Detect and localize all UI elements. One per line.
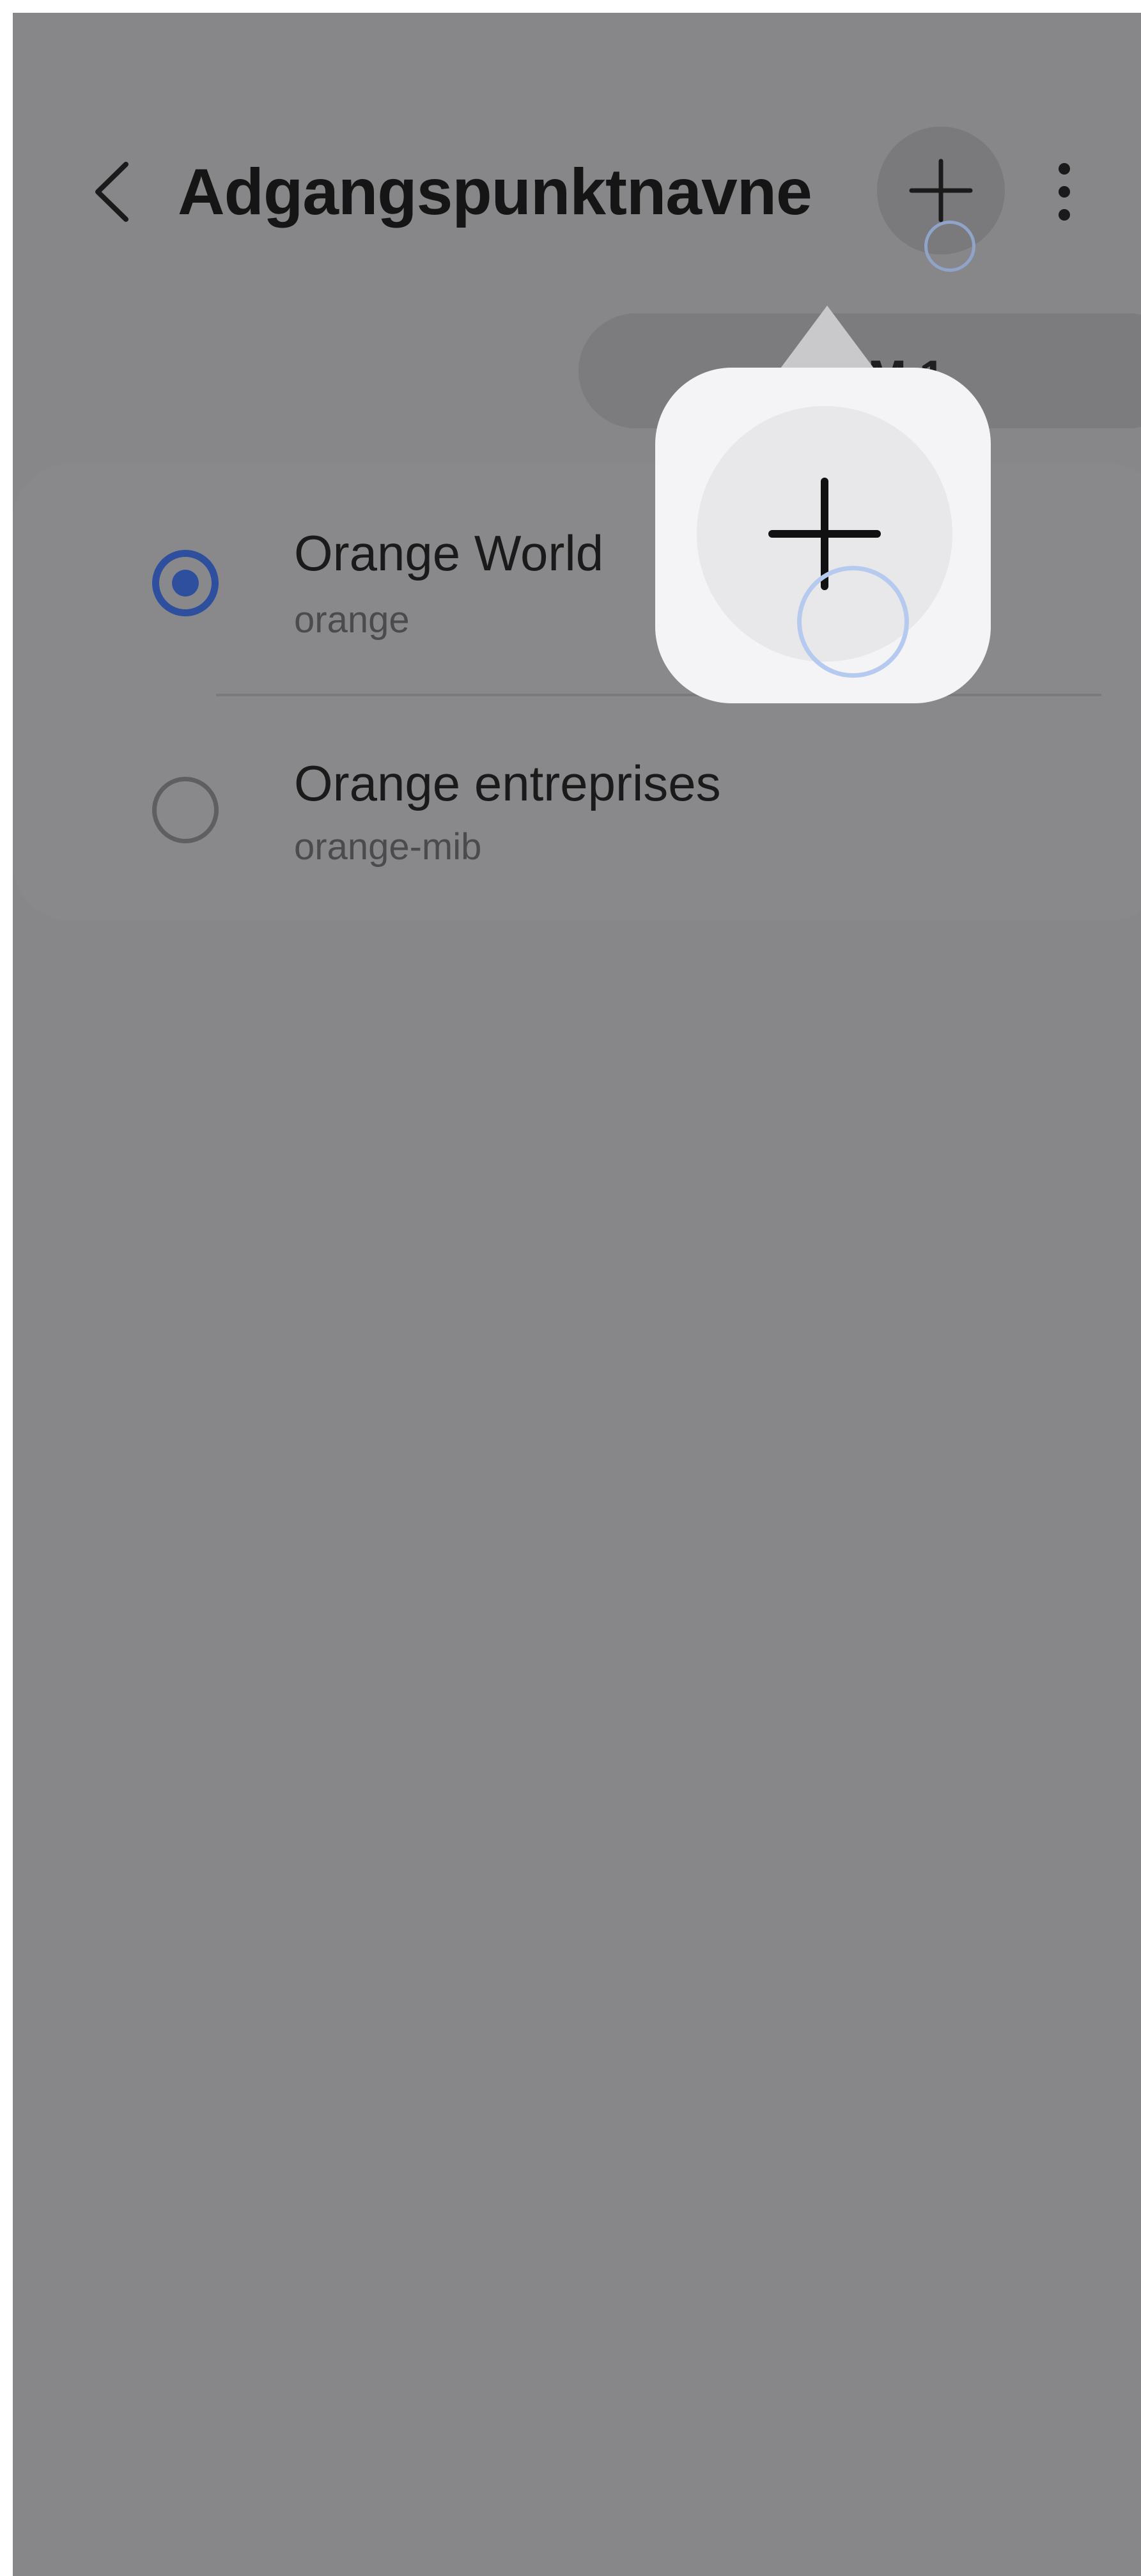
plus-icon [909, 159, 973, 222]
divider [216, 694, 1101, 696]
page-title: Adgangspunktnavne [178, 155, 812, 228]
apn-name: Orange World [294, 525, 604, 581]
apn-name: Orange entreprises [294, 755, 721, 811]
zoom-callout [655, 368, 991, 703]
radio-button-selected[interactable] [152, 550, 219, 616]
more-vertical-icon [1059, 163, 1070, 221]
dimmed-screen: Adgangspunktnavne SIM 1 Orange World ora… [13, 13, 1141, 2576]
callout-pointer [775, 306, 880, 376]
radio-button-unselected[interactable] [152, 777, 219, 843]
apn-value: orange [294, 599, 410, 641]
tap-indicator [924, 221, 975, 272]
apn-value: orange-mib [294, 826, 482, 868]
tap-indicator-zoomed [797, 566, 909, 678]
chevron-left-icon [95, 162, 128, 222]
radio-dot [172, 570, 199, 597]
back-button[interactable] [74, 153, 150, 230]
more-options-button[interactable] [1032, 153, 1096, 230]
apn-list-item[interactable]: Orange entreprises orange-mib [13, 745, 1141, 898]
